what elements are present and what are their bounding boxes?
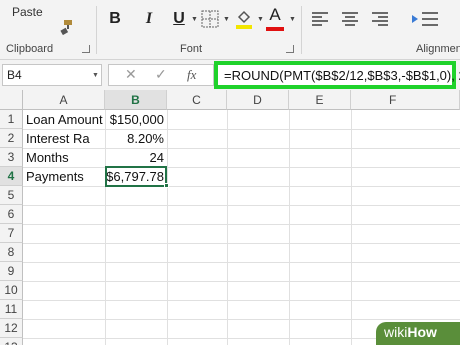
- active-cell-border: [105, 166, 167, 187]
- borders-icon[interactable]: [201, 10, 219, 28]
- clipboard-group-label: Clipboard: [6, 43, 54, 55]
- row-header[interactable]: 11: [0, 300, 23, 319]
- fill-handle[interactable]: [164, 183, 169, 188]
- row-header[interactable]: 2: [0, 129, 23, 148]
- ribbon: Paste Clipboard B I U ▼ ▼ ▼ A ▼ Font Ali…: [0, 0, 460, 60]
- font-color-button[interactable]: A: [264, 4, 286, 26]
- row-header[interactable]: 13: [0, 338, 23, 345]
- gridline: [351, 110, 352, 345]
- gridline: [23, 186, 460, 187]
- font-group-label: Font: [180, 43, 203, 55]
- divider: [301, 6, 302, 54]
- gridline: [23, 262, 460, 263]
- chevron-down-icon[interactable]: ▼: [92, 72, 99, 79]
- underline-button[interactable]: U: [168, 8, 190, 30]
- cell-a3[interactable]: Months: [23, 148, 105, 167]
- formula-actions: ✕ ✓ fx: [108, 64, 214, 86]
- column-header-c[interactable]: C: [167, 90, 227, 110]
- chevron-down-icon[interactable]: ▼: [191, 16, 198, 23]
- chevron-down-icon[interactable]: ▼: [257, 16, 264, 23]
- chevron-down-icon[interactable]: ▼: [223, 16, 230, 23]
- row-header[interactable]: 12: [0, 319, 23, 338]
- italic-button[interactable]: I: [138, 8, 160, 30]
- indent-icon[interactable]: [410, 11, 440, 27]
- cell-b2[interactable]: 8.20%: [105, 129, 167, 148]
- column-header-e[interactable]: E: [289, 90, 351, 110]
- gridline: [23, 205, 460, 206]
- column-header-a[interactable]: A: [23, 90, 105, 110]
- gridline: [23, 224, 460, 225]
- row-header[interactable]: 9: [0, 262, 23, 281]
- row-header[interactable]: 7: [0, 224, 23, 243]
- enter-icon[interactable]: ✓: [155, 66, 167, 83]
- paste-button[interactable]: Paste: [12, 5, 43, 19]
- align-center-button[interactable]: [342, 12, 358, 26]
- formula-input[interactable]: =ROUND(PMT($B$2/12,$B$3,-$B$1,0), 2): [214, 61, 460, 89]
- select-all-corner[interactable]: [0, 90, 23, 110]
- font-launcher-icon[interactable]: [286, 45, 294, 53]
- row-header[interactable]: 5: [0, 186, 23, 205]
- column-header-b[interactable]: B: [105, 90, 167, 110]
- format-painter-icon[interactable]: [58, 19, 74, 35]
- row-header[interactable]: 10: [0, 281, 23, 300]
- align-right-button[interactable]: [372, 12, 388, 26]
- cell-b1[interactable]: $150,000: [105, 110, 167, 129]
- gridline: [23, 281, 460, 282]
- gridline: [23, 243, 460, 244]
- column-header-f[interactable]: F: [351, 90, 460, 110]
- gridline: [23, 300, 460, 301]
- row-header[interactable]: 3: [0, 148, 23, 167]
- cell-a4[interactable]: Payments: [23, 167, 105, 186]
- bold-button[interactable]: B: [104, 8, 126, 30]
- gridline: [167, 110, 168, 345]
- gridline: [23, 319, 460, 320]
- insert-function-button[interactable]: fx: [187, 67, 196, 83]
- fill-color-icon[interactable]: [234, 8, 254, 30]
- row-header[interactable]: 1: [0, 110, 23, 129]
- name-box[interactable]: B4: [2, 64, 102, 86]
- cancel-icon[interactable]: ✕: [125, 66, 137, 83]
- row-header[interactable]: 6: [0, 205, 23, 224]
- font-color-swatch: [266, 27, 284, 31]
- alignment-group-label: Alignment: [416, 43, 460, 55]
- row-header[interactable]: 4: [0, 167, 23, 186]
- divider: [96, 6, 97, 54]
- cell-a1[interactable]: Loan Amount: [23, 110, 105, 129]
- row-header[interactable]: 8: [0, 243, 23, 262]
- cell-a2[interactable]: Interest Ra: [23, 129, 105, 148]
- align-left-button[interactable]: [312, 12, 328, 26]
- cell-b3[interactable]: 24: [105, 148, 167, 167]
- clipboard-launcher-icon[interactable]: [82, 45, 90, 53]
- gridline: [227, 110, 228, 345]
- gridline: [289, 110, 290, 345]
- column-header-d[interactable]: D: [227, 90, 289, 110]
- wikihow-logo: wikiHow: [376, 322, 460, 345]
- chevron-down-icon[interactable]: ▼: [289, 16, 296, 23]
